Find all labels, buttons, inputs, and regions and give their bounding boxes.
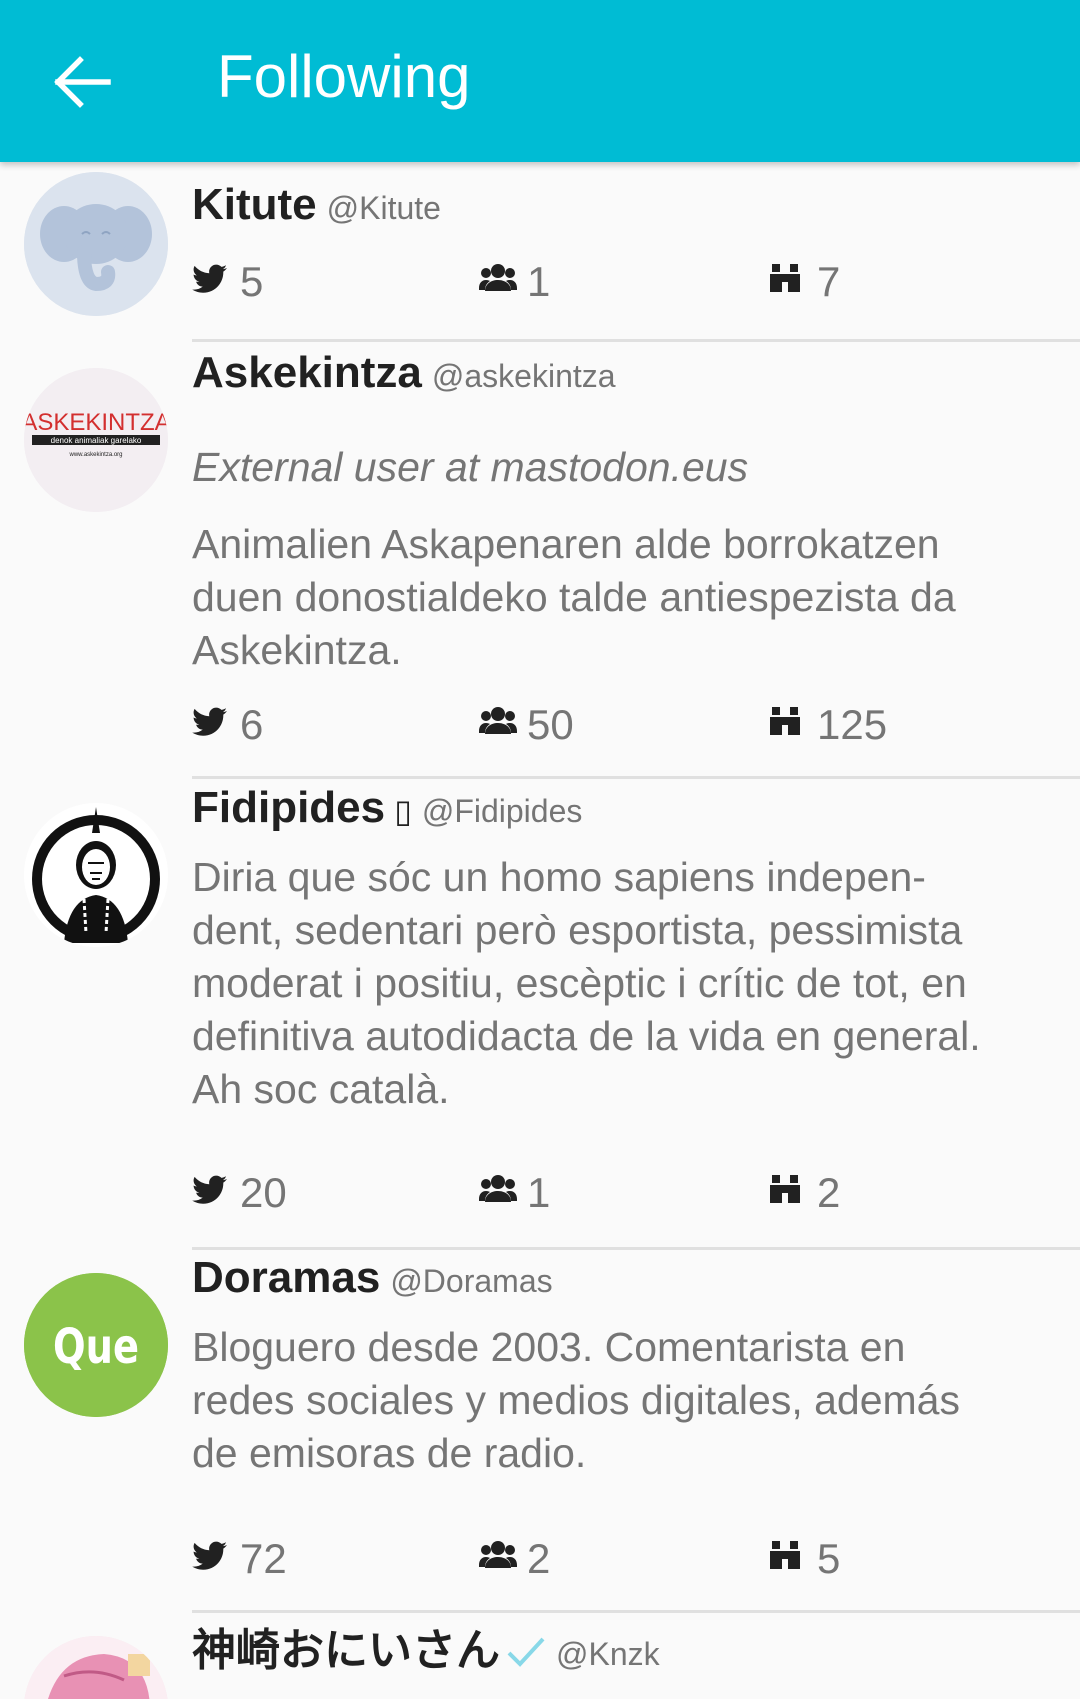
- display-name: 神崎おにいさん: [192, 1626, 500, 1675]
- following-list[interactable]: Kitute @Kitute 5 1 7 ASKEKINTZA denok an…: [0, 0, 1080, 1699]
- account-item[interactable]: Fidipides ▯ @Fidipides Diria que sóc un h…: [0, 779, 1080, 1250]
- group-icon: [479, 707, 517, 734]
- bird-icon: [192, 1541, 227, 1570]
- anime-portrait-icon: [24, 1636, 168, 1699]
- name-line: Kitute @Kitute: [192, 180, 441, 230]
- avatar[interactable]: [24, 1636, 168, 1699]
- stats-row: 5 1 7: [192, 254, 1062, 310]
- bio: Bloguero desde 2003. Comentarista en red…: [192, 1324, 960, 1476]
- name-emoji: ▯: [394, 793, 412, 829]
- group-icon: [479, 264, 517, 291]
- binoculars-icon: [770, 1175, 800, 1203]
- binoculars-icon: [770, 1541, 800, 1569]
- followers-count: 1: [527, 1169, 551, 1216]
- name-line: Doramas @Doramas: [192, 1253, 553, 1303]
- avatar-logo-url: www.askekintza.org: [68, 452, 122, 458]
- page-title: Following: [217, 43, 471, 110]
- following-count: 125: [817, 701, 888, 748]
- back-button[interactable]: [50, 50, 120, 114]
- following-count: 7: [817, 258, 841, 305]
- avatar[interactable]: Que: [24, 1273, 168, 1417]
- binoculars-icon: [770, 264, 800, 292]
- posts-count: 72: [240, 1535, 287, 1582]
- display-name: Askekintza: [192, 348, 422, 397]
- account-item[interactable]: ASKEKINTZA denok animaliak garelako www.…: [0, 342, 1080, 779]
- username: @askekintza: [431, 358, 616, 394]
- followers-count: 2: [527, 1535, 551, 1582]
- name-line: Fidipides ▯ @Fidipides: [192, 783, 582, 833]
- stats-row: 72 2 5: [192, 1531, 1062, 1587]
- account-item[interactable]: Que Doramas @Doramas Bloguero desde 2003.…: [0, 1249, 1080, 1613]
- following-count: 2: [817, 1169, 841, 1216]
- group-icon: [479, 1541, 517, 1568]
- display-name: Kitute: [192, 180, 317, 229]
- posts-count: 5: [240, 258, 264, 305]
- app-bar: Following: [0, 0, 1080, 162]
- bird-icon: [192, 264, 227, 293]
- username: @Doramas: [390, 1263, 553, 1299]
- stats-row: 6 50 125: [192, 697, 1062, 753]
- external-user-note: External user at mastodon.eus: [192, 444, 749, 490]
- avatar-logo-subtext: denok animaliak garelako: [51, 436, 142, 445]
- name-line: 神崎おにいさん @Knzk: [192, 1614, 660, 1678]
- native-chief-portrait-icon: [24, 803, 168, 947]
- name-line: Askekintza @askekintza: [192, 348, 616, 398]
- binoculars-icon: [770, 707, 800, 735]
- avatar-logo-text: ASKEKINTZA: [24, 409, 168, 436]
- username: @Fidipides: [421, 793, 583, 829]
- followers-count: 50: [527, 701, 574, 748]
- bio: Animalien Askapenaren alde borrokatzen d…: [192, 521, 956, 673]
- bird-icon: [192, 707, 227, 736]
- followers-count: 1: [527, 258, 551, 305]
- check-icon: [507, 1637, 545, 1667]
- avatar[interactable]: ASKEKINTZA denok animaliak garelako www.…: [24, 368, 168, 512]
- display-name: Fidipides: [192, 783, 386, 832]
- username: @Kitute: [326, 190, 441, 226]
- username: @Knzk: [556, 1636, 660, 1672]
- stats-row: 20 1 2: [192, 1165, 1062, 1221]
- bio: Diria que sóc un homo sapiens indepen- d…: [192, 854, 981, 1112]
- display-name: Doramas: [192, 1253, 381, 1302]
- account-item[interactable]: Kitute @Kitute 5 1 7: [0, 162, 1080, 342]
- askekintza-logo-icon: ASKEKINTZA denok animaliak garelako www.…: [24, 368, 168, 512]
- account-item[interactable]: 神崎おにいさん @Knzk: [0, 1612, 1080, 1699]
- que-logo-icon: Que: [24, 1273, 168, 1417]
- avatar-logo-text: Que: [53, 1320, 139, 1375]
- elephant-placeholder-icon: [24, 172, 168, 316]
- group-icon: [479, 1175, 517, 1202]
- bird-icon: [192, 1175, 227, 1204]
- posts-count: 6: [240, 701, 264, 748]
- avatar[interactable]: [24, 803, 168, 947]
- arrow-left-icon: [54, 56, 111, 108]
- avatar[interactable]: [24, 172, 168, 316]
- following-count: 5: [817, 1535, 841, 1582]
- posts-count: 20: [240, 1169, 287, 1216]
